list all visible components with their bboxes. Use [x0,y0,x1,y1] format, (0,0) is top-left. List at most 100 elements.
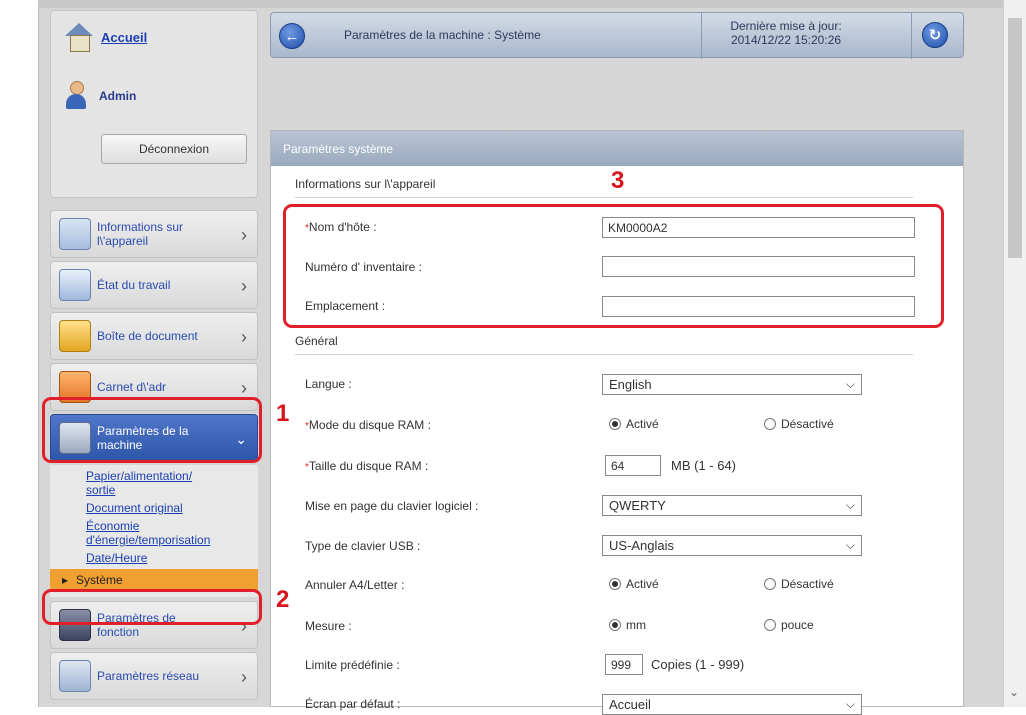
measurement-label: Mesure : [305,619,352,633]
preset-limit-unit: Copies (1 - 999) [651,657,745,672]
general-section-title: Général [295,334,338,348]
chevron-down-icon: ⌵ [845,377,855,391]
submenu-item-paper[interactable]: Papier/alimentation/ sortie [50,469,200,497]
default-screen-label: Écran par défaut : [305,697,401,711]
radio-unselected-icon [764,418,776,430]
section-divider [295,354,913,355]
chevron-right-icon: › [241,225,247,245]
section-divider [295,197,913,198]
soft-keyboard-layout-value: QWERTY [609,498,666,513]
document-box-icon [59,320,91,352]
preset-limit-input[interactable] [605,654,643,675]
chevron-down-icon: ⌵ [845,697,855,711]
a4-letter-override-label: Annuler A4/Letter : [305,578,405,592]
default-screen-value: Accueil [609,697,651,712]
sidebar-item-label: Carnet d\'adr [97,380,166,394]
default-screen-select[interactable]: Accueil ⌵ [602,694,862,715]
radio-label: pouce [781,618,814,632]
submenu-item-energy-saver[interactable]: Économie d'énergie/temporisation [50,519,230,547]
chevron-right-icon: › [241,667,247,687]
a4-letter-enabled-radio[interactable]: Activé [609,577,659,591]
logout-button[interactable]: Déconnexion [101,134,247,164]
back-arrow-icon: ← [284,27,300,45]
radio-unselected-icon [764,578,776,590]
home-icon [65,23,93,52]
preset-limit-label: Limite prédéfinie : [305,658,400,672]
callout-number-1: 1 [276,400,290,427]
home-link-label[interactable]: Accueil [101,30,147,45]
callout-number-2: 2 [276,586,290,613]
last-update: Dernière mise à jour: 2014/12/22 15:20:2… [711,19,861,47]
radio-label: mm [626,618,646,632]
radio-label: Désactivé [781,577,834,591]
radio-label: Désactivé [781,417,834,431]
ram-disk-mode-label: *Mode du disque RAM : [305,418,431,432]
language-label: Langue : [305,377,352,391]
page-header: ← Paramètres de la machine : Système Der… [270,12,964,59]
device-info-section-title: Informations sur l\'appareil [295,177,436,191]
ram-disk-enabled-radio[interactable]: Activé [609,417,659,431]
usb-keyboard-type-label: Type de clavier USB : [305,539,421,553]
header-divider [701,13,702,59]
back-button[interactable]: ← [279,23,305,49]
sidebar-item-device-info[interactable]: Informations sur l\'appareil › [50,210,258,258]
radio-unselected-icon [764,619,776,631]
vertical-scrollbar[interactable]: ⌄ [1003,0,1026,707]
sidebar-top-panel: Accueil Admin Déconnexion [50,10,258,198]
callout-number-3: 3 [611,167,625,194]
soft-keyboard-layout-select[interactable]: QWERTY ⌵ [602,495,862,516]
user-name: Admin [99,89,137,103]
sidebar-item-job-status[interactable]: État du travail › [50,261,258,309]
ram-disk-mode-label-text: Mode du disque RAM : [308,418,431,432]
sidebar-item-label: Paramètres réseau [97,669,200,683]
language-select[interactable]: English ⌵ [602,374,862,395]
panel-title: Paramètres système [271,131,963,166]
last-update-label: Dernière mise à jour: [730,19,842,33]
user-info: Admin [65,81,136,111]
measurement-inch-radio[interactable]: pouce [764,618,814,632]
chevron-down-icon: ⌵ [845,538,855,552]
ram-disk-size-unit: MB (1 - 64) [671,458,737,473]
scrollbar-thumb[interactable] [1008,18,1022,258]
radio-selected-icon [609,418,621,430]
callout-box-3 [283,204,944,328]
refresh-icon: ↻ [928,27,942,44]
arrow-right-icon: ▸ [62,573,69,587]
ram-disk-size-label: *Taille du disque RAM : [305,459,428,473]
ram-disk-size-input[interactable] [605,455,661,476]
chevron-right-icon: › [241,378,247,398]
user-icon [65,81,87,111]
last-update-value: 2014/12/22 15:20:26 [730,33,842,47]
device-info-icon [59,218,91,250]
radio-label: Activé [626,417,659,431]
submenu-item-date-time[interactable]: Date/Heure [50,551,258,565]
scroll-down-icon[interactable]: ⌄ [1009,685,1019,699]
submenu-item-original-document[interactable]: Document original [50,501,258,515]
machine-settings-submenu: Papier/alimentation/ sortie Document ori… [50,465,258,597]
home-link[interactable]: Accueil [65,23,147,52]
sidebar-item-label: Boîte de document [97,329,198,343]
sidebar-item-label: Informations sur l\'appareil [97,220,184,248]
radio-selected-icon [609,578,621,590]
sidebar-item-network-settings[interactable]: Paramètres réseau › [50,652,258,700]
network-settings-icon [59,660,91,692]
job-status-icon [59,269,91,301]
soft-keyboard-layout-label: Mise en page du clavier logiciel : [305,499,479,513]
submenu-current-label: Système [76,573,123,587]
measurement-mm-radio[interactable]: mm [609,618,646,632]
sidebar-item-label: État du travail [97,278,171,292]
callout-box-1 [42,397,262,463]
submenu-item-system[interactable]: ▸ Système [50,569,258,591]
usb-keyboard-type-select[interactable]: US-Anglais ⌵ [602,535,862,556]
chevron-right-icon: › [241,276,247,296]
page-title: Paramètres de la machine : Système [344,28,541,42]
sidebar-item-document-box[interactable]: Boîte de document › [50,312,258,360]
header-divider [911,13,912,59]
ram-disk-disabled-radio[interactable]: Désactivé [764,417,834,431]
top-strip [38,0,1003,8]
radio-label: Activé [626,577,659,591]
a4-letter-disabled-radio[interactable]: Désactivé [764,577,834,591]
refresh-button[interactable]: ↻ [922,22,948,48]
chevron-right-icon: › [241,327,247,347]
ram-disk-size-label-text: Taille du disque RAM : [308,459,429,473]
